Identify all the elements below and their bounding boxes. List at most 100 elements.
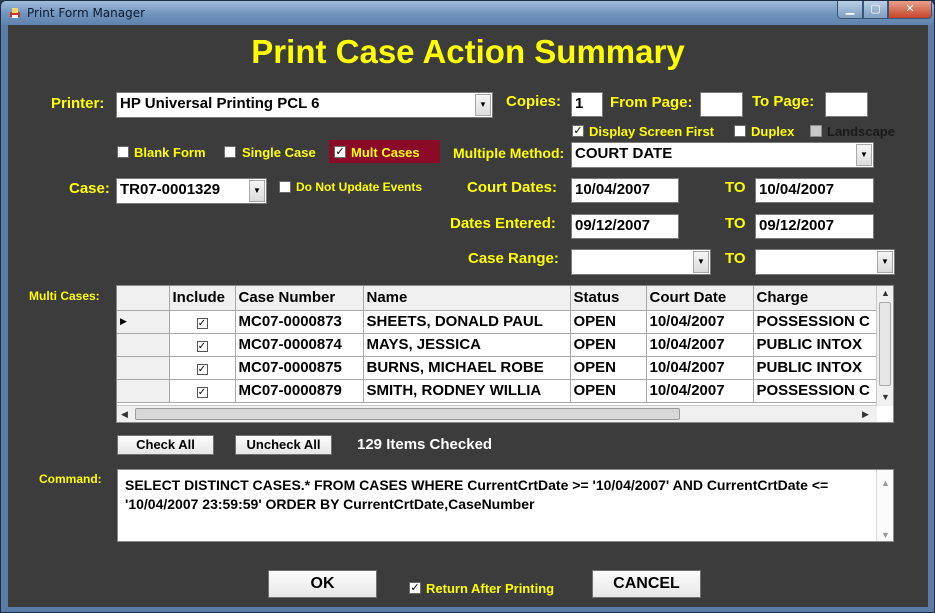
maximize-icon: ▢ bbox=[870, 3, 881, 15]
include-cell[interactable]: ✓ bbox=[169, 333, 236, 357]
name-cell[interactable]: MAYS, JESSICA bbox=[363, 333, 571, 357]
close-button[interactable]: ✕ bbox=[888, 1, 932, 19]
case-select[interactable]: TR07-0001329 ▼ bbox=[116, 178, 267, 204]
chevron-down-icon[interactable]: ▼ bbox=[693, 251, 709, 273]
single-case-checkbox[interactable] bbox=[224, 146, 236, 158]
row-header[interactable] bbox=[117, 379, 170, 403]
ok-button[interactable]: OK bbox=[268, 570, 377, 598]
court-dates-from-input[interactable]: 10/04/2007 bbox=[571, 178, 679, 203]
name-cell[interactable]: BURNS, MICHAEL ROBE bbox=[363, 356, 571, 380]
scroll-up-icon[interactable]: ▲ bbox=[881, 288, 890, 298]
court-date-cell[interactable]: 10/04/2007 bbox=[646, 356, 754, 380]
column-header-charge[interactable]: Charge bbox=[753, 286, 879, 311]
include-checkbox[interactable]: ✓ bbox=[196, 341, 208, 352]
app-icon bbox=[10, 8, 20, 18]
from-page-input[interactable] bbox=[700, 92, 743, 117]
to-page-input[interactable] bbox=[825, 92, 868, 117]
include-checkbox[interactable]: ✓ bbox=[196, 387, 208, 398]
grid-horizontal-scrollbar[interactable]: ◀ ▶ bbox=[117, 405, 877, 422]
charge-cell[interactable]: POSSESSION C bbox=[753, 379, 879, 403]
chevron-down-icon[interactable]: ▼ bbox=[877, 251, 893, 273]
table-row[interactable]: ✓ MC07-0000879 SMITH, RODNEY WILLIA OPEN… bbox=[117, 379, 879, 403]
minimize-icon: ▁ bbox=[845, 3, 855, 15]
command-textarea[interactable]: SELECT DISTINCT CASES.* FROM CASES WHERE… bbox=[117, 469, 894, 542]
command-text: SELECT DISTINCT CASES.* FROM CASES WHERE… bbox=[125, 477, 829, 512]
scroll-up-icon[interactable]: ▲ bbox=[881, 474, 890, 493]
command-label: Command: bbox=[39, 472, 102, 486]
minimize-button[interactable]: ▁ bbox=[837, 1, 863, 19]
dates-entered-from-input[interactable]: 09/12/2007 bbox=[571, 214, 679, 239]
charge-cell[interactable]: PUBLIC INTOX bbox=[753, 356, 879, 380]
include-checkbox[interactable]: ✓ bbox=[196, 364, 208, 375]
table-row[interactable]: ✓ MC07-0000874 MAYS, JESSICA OPEN 10/04/… bbox=[117, 333, 879, 357]
scroll-down-icon[interactable]: ▼ bbox=[881, 392, 890, 402]
command-scrollbar[interactable]: ▲ ▼ bbox=[876, 470, 893, 541]
multi-cases-table: Include Case Number Name Status Court Da… bbox=[117, 286, 879, 403]
include-cell[interactable]: ✓ bbox=[169, 310, 236, 334]
printer-select[interactable]: HP Universal Printing PCL 6 ▼ bbox=[116, 92, 493, 118]
chevron-down-icon[interactable]: ▼ bbox=[475, 94, 491, 116]
print-form-manager-window: Print Form Manager ▁ ▢ ✕ Print Case Acti… bbox=[0, 0, 935, 613]
mult-cases-checkbox[interactable]: ✓ bbox=[334, 146, 346, 158]
court-date-cell[interactable]: 10/04/2007 bbox=[646, 379, 754, 403]
blank-form-checkbox[interactable] bbox=[117, 146, 129, 158]
dates-entered-to-input[interactable]: 09/12/2007 bbox=[755, 214, 874, 239]
return-after-printing-label: Return After Printing bbox=[426, 581, 555, 596]
court-dates-to-input[interactable]: 10/04/2007 bbox=[755, 178, 874, 203]
status-cell[interactable]: OPEN bbox=[570, 310, 647, 334]
row-pointer-icon[interactable]: ▶ bbox=[117, 310, 170, 334]
column-header-name[interactable]: Name bbox=[363, 286, 571, 311]
do-not-update-events-checkbox[interactable] bbox=[279, 181, 291, 193]
dates-entered-to-label: TO bbox=[725, 215, 746, 232]
include-cell[interactable]: ✓ bbox=[169, 356, 236, 380]
case-number-cell[interactable]: MC07-0000874 bbox=[235, 333, 364, 357]
scroll-right-icon[interactable]: ▶ bbox=[862, 409, 869, 420]
case-range-to-label: TO bbox=[725, 250, 746, 267]
scroll-down-icon[interactable]: ▼ bbox=[881, 526, 890, 545]
multiple-method-select[interactable]: COURT DATE ▼ bbox=[571, 142, 874, 168]
name-cell[interactable]: SMITH, RODNEY WILLIA bbox=[363, 379, 571, 403]
grid-horizontal-scroll-thumb[interactable] bbox=[135, 408, 680, 420]
column-header-include[interactable]: Include bbox=[169, 286, 236, 311]
uncheck-all-button[interactable]: Uncheck All bbox=[235, 435, 332, 455]
chevron-down-icon[interactable]: ▼ bbox=[856, 144, 872, 166]
row-header[interactable] bbox=[117, 333, 170, 357]
charge-cell[interactable]: PUBLIC INTOX bbox=[753, 333, 879, 357]
charge-cell[interactable]: POSSESSION C bbox=[753, 310, 879, 334]
duplex-checkbox[interactable] bbox=[734, 125, 746, 137]
court-dates-to-label: TO bbox=[725, 179, 746, 196]
multi-cases-grid[interactable]: Include Case Number Name Status Court Da… bbox=[116, 285, 894, 423]
case-number-cell[interactable]: MC07-0000879 bbox=[235, 379, 364, 403]
copies-input[interactable]: 1 bbox=[571, 92, 603, 117]
case-range-label: Case Range: bbox=[468, 250, 559, 267]
duplex-label: Duplex bbox=[751, 124, 795, 139]
chevron-down-icon[interactable]: ▼ bbox=[249, 180, 265, 202]
title-bar[interactable]: Print Form Manager ▁ ▢ ✕ bbox=[1, 1, 934, 25]
column-header-case-number[interactable]: Case Number bbox=[235, 286, 364, 311]
return-after-printing-checkbox[interactable]: ✓ bbox=[409, 582, 421, 594]
case-number-cell[interactable]: MC07-0000873 bbox=[235, 310, 364, 334]
column-header-court-date[interactable]: Court Date bbox=[646, 286, 754, 311]
cancel-button[interactable]: CANCEL bbox=[592, 570, 701, 598]
include-cell[interactable]: ✓ bbox=[169, 379, 236, 403]
include-checkbox[interactable]: ✓ bbox=[196, 318, 208, 329]
case-number-cell[interactable]: MC07-0000875 bbox=[235, 356, 364, 380]
grid-vertical-scrollbar[interactable]: ▲ ▼ bbox=[876, 286, 893, 406]
column-header-status[interactable]: Status bbox=[570, 286, 647, 311]
table-row[interactable]: ▶ ✓ MC07-0000873 SHEETS, DONALD PAUL OPE… bbox=[117, 310, 879, 334]
court-date-cell[interactable]: 10/04/2007 bbox=[646, 333, 754, 357]
status-cell[interactable]: OPEN bbox=[570, 379, 647, 403]
maximize-button[interactable]: ▢ bbox=[863, 1, 888, 19]
name-cell[interactable]: SHEETS, DONALD PAUL bbox=[363, 310, 571, 334]
case-range-from-select[interactable]: ▼ bbox=[571, 249, 711, 275]
table-row[interactable]: ✓ MC07-0000875 BURNS, MICHAEL ROBE OPEN … bbox=[117, 356, 879, 380]
check-all-button[interactable]: Check All bbox=[117, 435, 214, 455]
grid-vertical-scroll-thumb[interactable] bbox=[879, 302, 891, 386]
court-date-cell[interactable]: 10/04/2007 bbox=[646, 310, 754, 334]
scroll-left-icon[interactable]: ◀ bbox=[121, 409, 128, 420]
row-header[interactable] bbox=[117, 356, 170, 380]
case-range-to-select[interactable]: ▼ bbox=[755, 249, 895, 275]
status-cell[interactable]: OPEN bbox=[570, 356, 647, 380]
status-cell[interactable]: OPEN bbox=[570, 333, 647, 357]
display-screen-first-checkbox[interactable]: ✓ bbox=[572, 125, 584, 137]
